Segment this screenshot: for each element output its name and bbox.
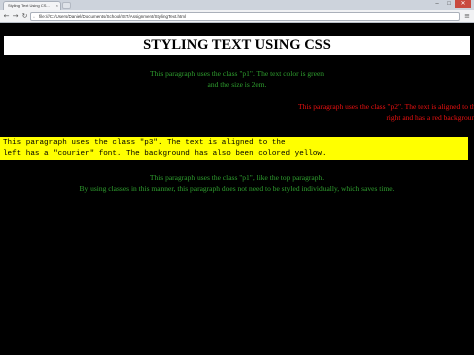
address-bar[interactable]: ▫ file:///C:/Users/Daniel/Documents/Scho…	[30, 12, 460, 21]
paragraph-p3: This paragraph uses the class "p3". The …	[0, 137, 468, 160]
p4-line-2: By using classes in this manner, this pa…	[79, 184, 395, 193]
p2-line-2: right and has a red background	[386, 113, 474, 122]
back-icon[interactable]: ←	[2, 12, 11, 21]
address-url: file:///C:/Users/Daniel/Documents/School…	[39, 14, 187, 19]
browser-chrome: Styling Text Using CS... × – □ ✕ ← → ↻ ▫…	[0, 0, 474, 23]
browser-toolbar: ← → ↻ ▫ file:///C:/Users/Daniel/Document…	[0, 10, 474, 23]
p1-line-1: This paragraph uses the class "p1". The …	[149, 69, 325, 78]
maximize-button[interactable]: □	[443, 0, 455, 8]
p1-line-2: and the size is 2em.	[207, 80, 267, 89]
paragraph-p4: This paragraph uses the class "p1", like…	[0, 172, 474, 194]
p2-line-1: This paragraph uses the class "p2". The …	[298, 102, 474, 111]
window-controls: – □ ✕	[431, 0, 471, 8]
page-heading: STYLING TEXT USING CSS	[4, 36, 470, 55]
reload-icon[interactable]: ↻	[20, 12, 29, 21]
page-icon: ▫	[33, 15, 35, 21]
page-content: STYLING TEXT USING CSS This paragraph us…	[0, 23, 474, 355]
p3-line-2: left has a "courier" font. The backgroun…	[3, 150, 327, 158]
close-button[interactable]: ✕	[455, 0, 471, 8]
tab-strip: Styling Text Using CS... × – □ ✕	[0, 0, 474, 10]
paragraph-p2: This paragraph uses the class "p2". The …	[179, 101, 474, 123]
paragraph-p1: This paragraph uses the class "p1". The …	[0, 68, 474, 90]
forward-icon[interactable]: →	[11, 12, 20, 21]
p4-line-1: This paragraph uses the class "p1", like…	[149, 173, 325, 182]
browser-tab[interactable]: Styling Text Using CS... ×	[3, 1, 61, 10]
tab-close-icon[interactable]: ×	[56, 2, 58, 10]
tab-title: Styling Text Using CS...	[8, 3, 50, 8]
minimize-button[interactable]: –	[431, 0, 443, 8]
new-tab-button[interactable]	[62, 2, 71, 9]
menu-icon[interactable]: ≡	[463, 12, 471, 21]
p3-line-1: This paragraph uses the class "p3". The …	[3, 139, 286, 147]
